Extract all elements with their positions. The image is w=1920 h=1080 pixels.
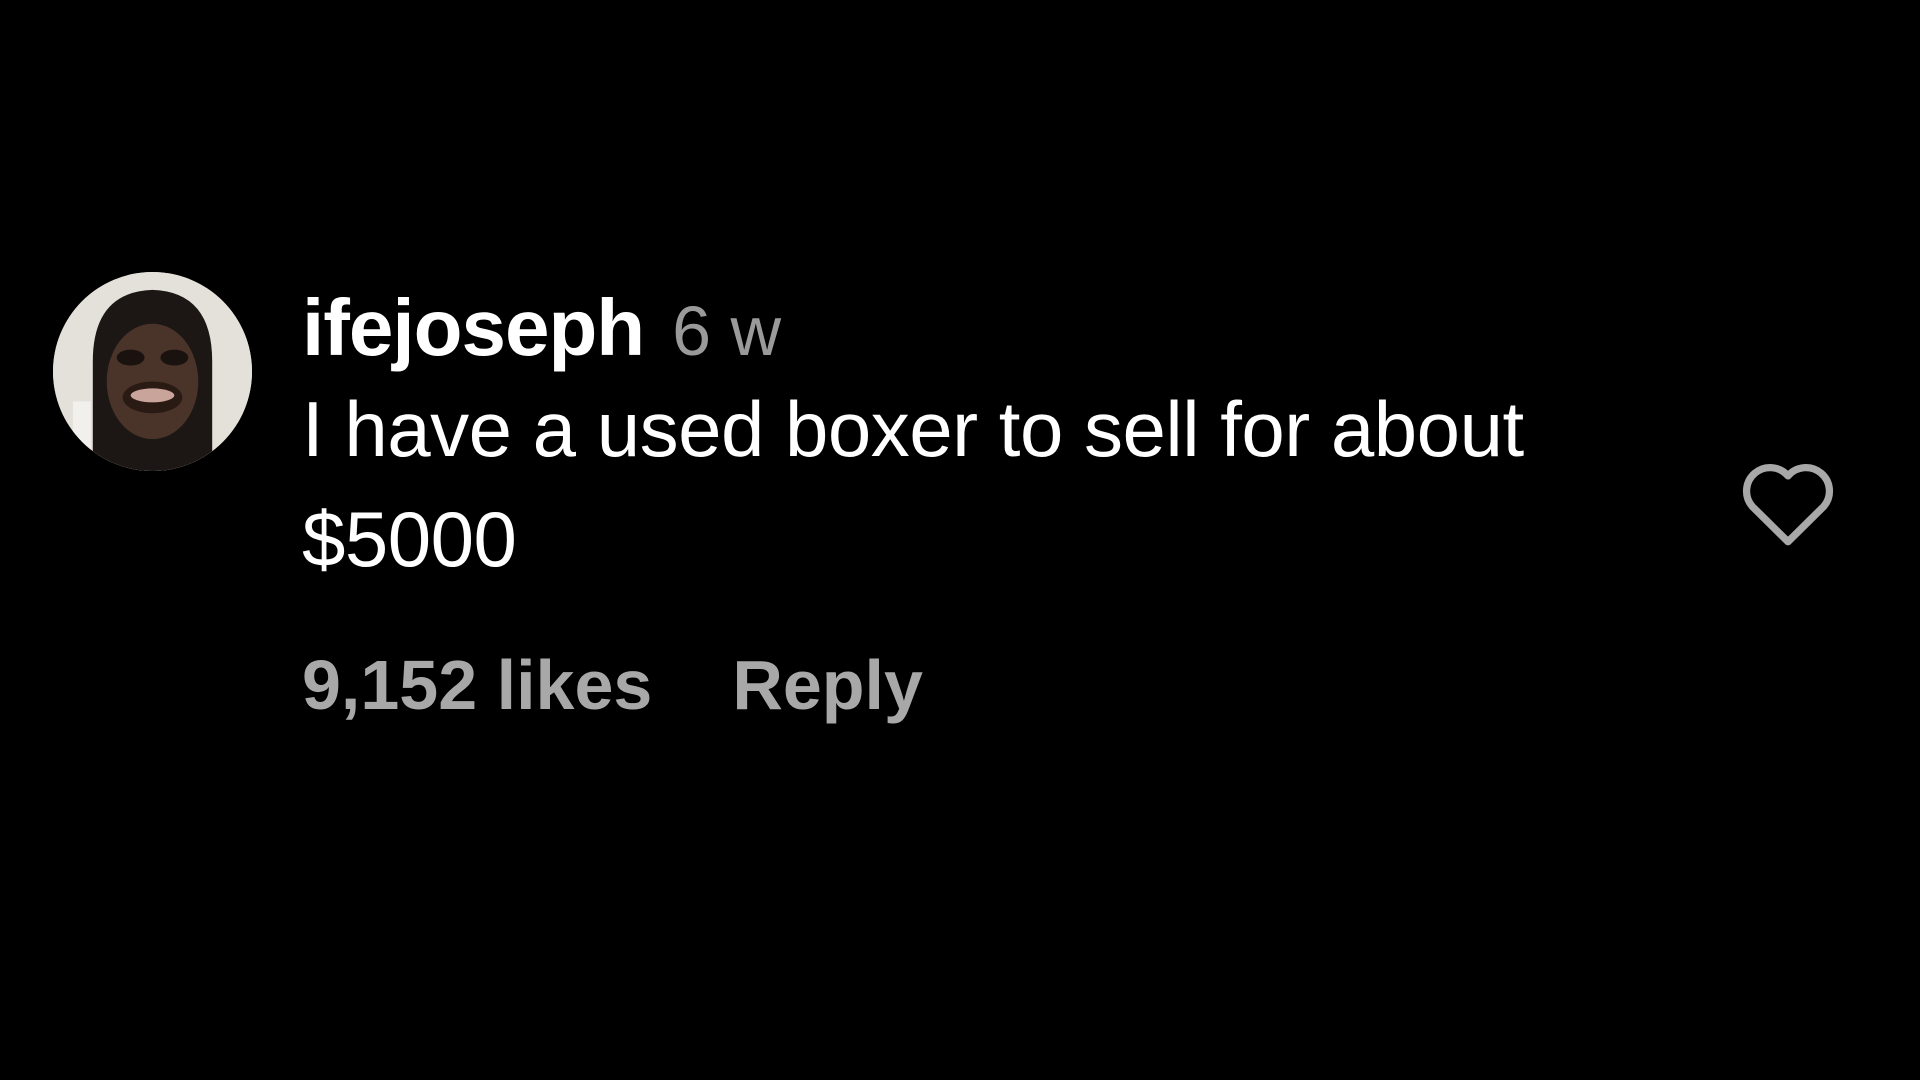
timestamp: 6 w (672, 292, 782, 370)
heart-outline-icon (1742, 463, 1834, 546)
comment-body: ifejoseph 6 w I have a used boxer to sel… (302, 282, 1602, 730)
comment-screen: ifejoseph 6 w I have a used boxer to sel… (0, 0, 1920, 1080)
comment-actions: 9,152 likes Reply (302, 640, 1602, 730)
comment-header: ifejoseph 6 w (302, 282, 1602, 374)
reply-button[interactable]: Reply (732, 640, 923, 730)
likes-count[interactable]: 9,152 likes (302, 640, 652, 730)
comment-text: I have a used boxer to sell for about $5… (302, 385, 1524, 583)
avatar[interactable] (53, 272, 252, 471)
avatar-image (53, 272, 252, 471)
username[interactable]: ifejoseph (302, 282, 645, 374)
like-button[interactable] (1736, 455, 1840, 549)
